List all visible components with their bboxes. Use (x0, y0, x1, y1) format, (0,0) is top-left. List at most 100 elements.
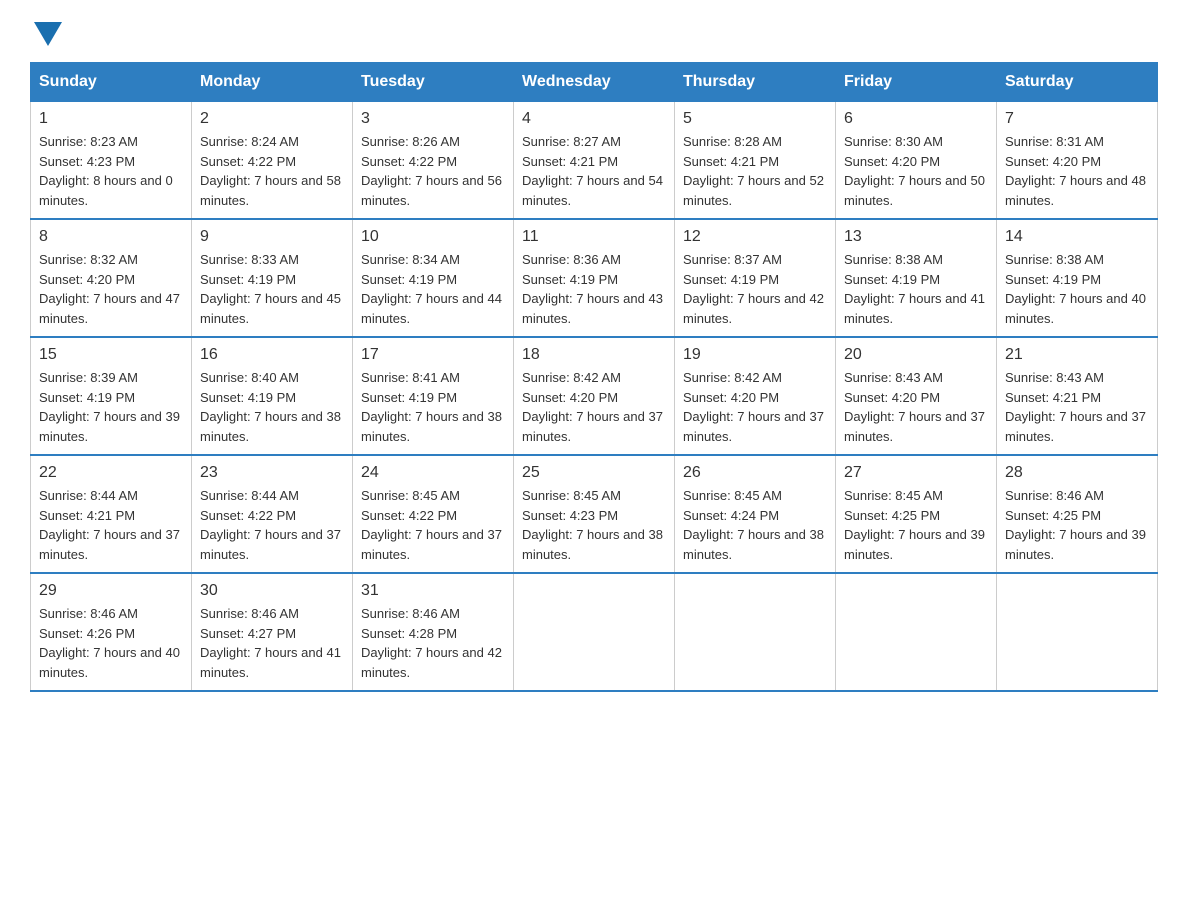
day-number: 23 (200, 464, 344, 482)
day-number: 28 (1005, 464, 1149, 482)
day-number: 2 (200, 110, 344, 128)
day-number: 16 (200, 346, 344, 364)
day-cell (836, 573, 997, 691)
day-info: Sunrise: 8:26 AM Sunset: 4:22 PM Dayligh… (361, 132, 505, 210)
day-info: Sunrise: 8:44 AM Sunset: 4:21 PM Dayligh… (39, 486, 183, 564)
day-cell: 1 Sunrise: 8:23 AM Sunset: 4:23 PM Dayli… (31, 102, 192, 220)
day-info: Sunrise: 8:32 AM Sunset: 4:20 PM Dayligh… (39, 250, 183, 328)
day-info: Sunrise: 8:41 AM Sunset: 4:19 PM Dayligh… (361, 368, 505, 446)
day-cell: 19 Sunrise: 8:42 AM Sunset: 4:20 PM Dayl… (675, 337, 836, 455)
day-cell: 25 Sunrise: 8:45 AM Sunset: 4:23 PM Dayl… (514, 455, 675, 573)
day-cell: 2 Sunrise: 8:24 AM Sunset: 4:22 PM Dayli… (192, 102, 353, 220)
day-info: Sunrise: 8:34 AM Sunset: 4:19 PM Dayligh… (361, 250, 505, 328)
day-number: 10 (361, 228, 505, 246)
week-row-4: 22 Sunrise: 8:44 AM Sunset: 4:21 PM Dayl… (31, 455, 1158, 573)
day-cell: 31 Sunrise: 8:46 AM Sunset: 4:28 PM Dayl… (353, 573, 514, 691)
col-header-monday: Monday (192, 63, 353, 102)
calendar-table: SundayMondayTuesdayWednesdayThursdayFrid… (30, 62, 1158, 692)
day-info: Sunrise: 8:38 AM Sunset: 4:19 PM Dayligh… (1005, 250, 1149, 328)
day-info: Sunrise: 8:45 AM Sunset: 4:22 PM Dayligh… (361, 486, 505, 564)
day-number: 19 (683, 346, 827, 364)
day-info: Sunrise: 8:46 AM Sunset: 4:25 PM Dayligh… (1005, 486, 1149, 564)
day-number: 25 (522, 464, 666, 482)
day-cell: 9 Sunrise: 8:33 AM Sunset: 4:19 PM Dayli… (192, 219, 353, 337)
day-cell: 30 Sunrise: 8:46 AM Sunset: 4:27 PM Dayl… (192, 573, 353, 691)
day-number: 8 (39, 228, 183, 246)
day-cell: 23 Sunrise: 8:44 AM Sunset: 4:22 PM Dayl… (192, 455, 353, 573)
day-cell: 10 Sunrise: 8:34 AM Sunset: 4:19 PM Dayl… (353, 219, 514, 337)
day-number: 14 (1005, 228, 1149, 246)
day-info: Sunrise: 8:46 AM Sunset: 4:27 PM Dayligh… (200, 604, 344, 682)
day-number: 20 (844, 346, 988, 364)
day-cell (514, 573, 675, 691)
day-info: Sunrise: 8:45 AM Sunset: 4:24 PM Dayligh… (683, 486, 827, 564)
week-row-1: 1 Sunrise: 8:23 AM Sunset: 4:23 PM Dayli… (31, 102, 1158, 220)
day-info: Sunrise: 8:36 AM Sunset: 4:19 PM Dayligh… (522, 250, 666, 328)
day-number: 15 (39, 346, 183, 364)
day-info: Sunrise: 8:46 AM Sunset: 4:28 PM Dayligh… (361, 604, 505, 682)
page-header (30, 20, 1158, 42)
day-cell: 27 Sunrise: 8:45 AM Sunset: 4:25 PM Dayl… (836, 455, 997, 573)
col-header-thursday: Thursday (675, 63, 836, 102)
day-number: 11 (522, 228, 666, 246)
col-header-sunday: Sunday (31, 63, 192, 102)
day-info: Sunrise: 8:40 AM Sunset: 4:19 PM Dayligh… (200, 368, 344, 446)
day-cell: 15 Sunrise: 8:39 AM Sunset: 4:19 PM Dayl… (31, 337, 192, 455)
day-cell: 21 Sunrise: 8:43 AM Sunset: 4:21 PM Dayl… (997, 337, 1158, 455)
day-number: 12 (683, 228, 827, 246)
day-number: 31 (361, 582, 505, 600)
day-number: 7 (1005, 110, 1149, 128)
day-cell: 5 Sunrise: 8:28 AM Sunset: 4:21 PM Dayli… (675, 102, 836, 220)
day-cell: 14 Sunrise: 8:38 AM Sunset: 4:19 PM Dayl… (997, 219, 1158, 337)
day-number: 22 (39, 464, 183, 482)
day-cell: 3 Sunrise: 8:26 AM Sunset: 4:22 PM Dayli… (353, 102, 514, 220)
logo-triangle-icon (34, 22, 62, 46)
day-info: Sunrise: 8:42 AM Sunset: 4:20 PM Dayligh… (683, 368, 827, 446)
day-info: Sunrise: 8:42 AM Sunset: 4:20 PM Dayligh… (522, 368, 666, 446)
day-info: Sunrise: 8:24 AM Sunset: 4:22 PM Dayligh… (200, 132, 344, 210)
day-info: Sunrise: 8:43 AM Sunset: 4:21 PM Dayligh… (1005, 368, 1149, 446)
day-info: Sunrise: 8:37 AM Sunset: 4:19 PM Dayligh… (683, 250, 827, 328)
day-info: Sunrise: 8:28 AM Sunset: 4:21 PM Dayligh… (683, 132, 827, 210)
day-info: Sunrise: 8:46 AM Sunset: 4:26 PM Dayligh… (39, 604, 183, 682)
day-number: 27 (844, 464, 988, 482)
day-number: 4 (522, 110, 666, 128)
day-number: 30 (200, 582, 344, 600)
day-cell: 28 Sunrise: 8:46 AM Sunset: 4:25 PM Dayl… (997, 455, 1158, 573)
day-number: 29 (39, 582, 183, 600)
day-number: 5 (683, 110, 827, 128)
day-cell: 13 Sunrise: 8:38 AM Sunset: 4:19 PM Dayl… (836, 219, 997, 337)
day-cell: 6 Sunrise: 8:30 AM Sunset: 4:20 PM Dayli… (836, 102, 997, 220)
day-info: Sunrise: 8:44 AM Sunset: 4:22 PM Dayligh… (200, 486, 344, 564)
logo (30, 20, 62, 42)
day-number: 18 (522, 346, 666, 364)
day-number: 21 (1005, 346, 1149, 364)
day-cell: 16 Sunrise: 8:40 AM Sunset: 4:19 PM Dayl… (192, 337, 353, 455)
day-info: Sunrise: 8:45 AM Sunset: 4:25 PM Dayligh… (844, 486, 988, 564)
day-number: 3 (361, 110, 505, 128)
day-number: 24 (361, 464, 505, 482)
day-info: Sunrise: 8:39 AM Sunset: 4:19 PM Dayligh… (39, 368, 183, 446)
col-header-friday: Friday (836, 63, 997, 102)
day-info: Sunrise: 8:43 AM Sunset: 4:20 PM Dayligh… (844, 368, 988, 446)
day-cell: 12 Sunrise: 8:37 AM Sunset: 4:19 PM Dayl… (675, 219, 836, 337)
day-cell: 17 Sunrise: 8:41 AM Sunset: 4:19 PM Dayl… (353, 337, 514, 455)
day-number: 6 (844, 110, 988, 128)
header-row: SundayMondayTuesdayWednesdayThursdayFrid… (31, 63, 1158, 102)
day-cell: 4 Sunrise: 8:27 AM Sunset: 4:21 PM Dayli… (514, 102, 675, 220)
day-info: Sunrise: 8:38 AM Sunset: 4:19 PM Dayligh… (844, 250, 988, 328)
day-number: 1 (39, 110, 183, 128)
day-number: 13 (844, 228, 988, 246)
day-cell: 7 Sunrise: 8:31 AM Sunset: 4:20 PM Dayli… (997, 102, 1158, 220)
day-cell: 8 Sunrise: 8:32 AM Sunset: 4:20 PM Dayli… (31, 219, 192, 337)
day-info: Sunrise: 8:31 AM Sunset: 4:20 PM Dayligh… (1005, 132, 1149, 210)
week-row-3: 15 Sunrise: 8:39 AM Sunset: 4:19 PM Dayl… (31, 337, 1158, 455)
week-row-5: 29 Sunrise: 8:46 AM Sunset: 4:26 PM Dayl… (31, 573, 1158, 691)
day-info: Sunrise: 8:30 AM Sunset: 4:20 PM Dayligh… (844, 132, 988, 210)
day-cell: 18 Sunrise: 8:42 AM Sunset: 4:20 PM Dayl… (514, 337, 675, 455)
day-info: Sunrise: 8:27 AM Sunset: 4:21 PM Dayligh… (522, 132, 666, 210)
day-cell: 24 Sunrise: 8:45 AM Sunset: 4:22 PM Dayl… (353, 455, 514, 573)
day-cell: 29 Sunrise: 8:46 AM Sunset: 4:26 PM Dayl… (31, 573, 192, 691)
col-header-saturday: Saturday (997, 63, 1158, 102)
day-number: 26 (683, 464, 827, 482)
